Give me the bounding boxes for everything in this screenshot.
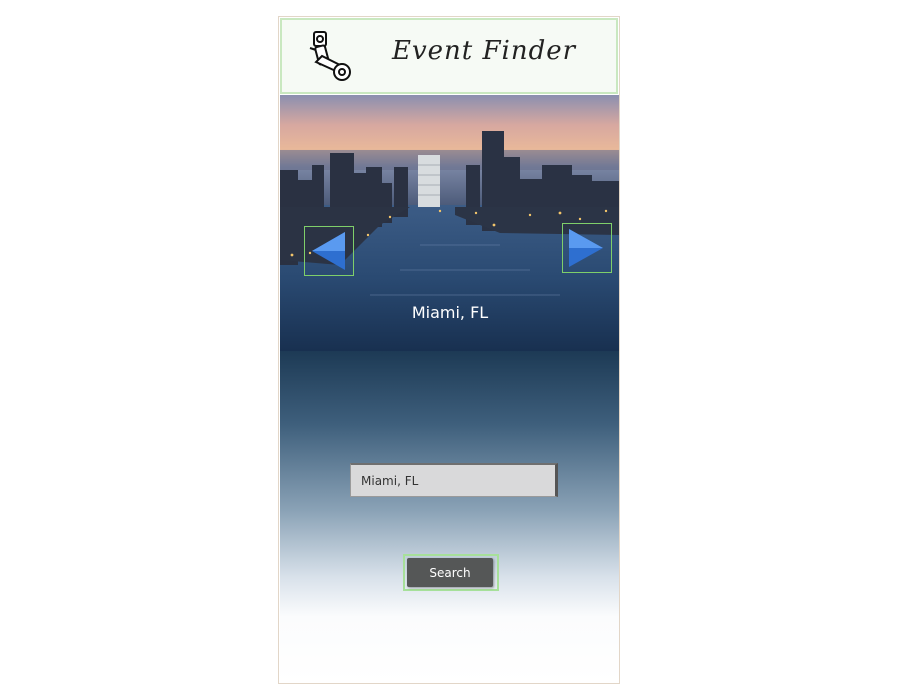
app-screen: Event Finder Miami, FL Miami, FL Search [278, 16, 620, 684]
app-header: Event Finder [280, 18, 618, 94]
film-camera-icon [308, 28, 352, 86]
next-city-button[interactable] [562, 223, 612, 273]
location-input[interactable] [350, 463, 558, 497]
city-label: Miami, FL [411, 303, 489, 322]
prev-city-button[interactable] [304, 226, 354, 276]
arrow-right-icon [569, 229, 603, 267]
arrow-left-icon [312, 232, 345, 270]
app-title: Event Finder [392, 36, 577, 66]
search-button-frame: Search [403, 554, 499, 591]
city-carousel: Miami, FL [280, 95, 619, 351]
search-panel: Search [280, 351, 619, 683]
search-button[interactable]: Search [407, 558, 493, 587]
